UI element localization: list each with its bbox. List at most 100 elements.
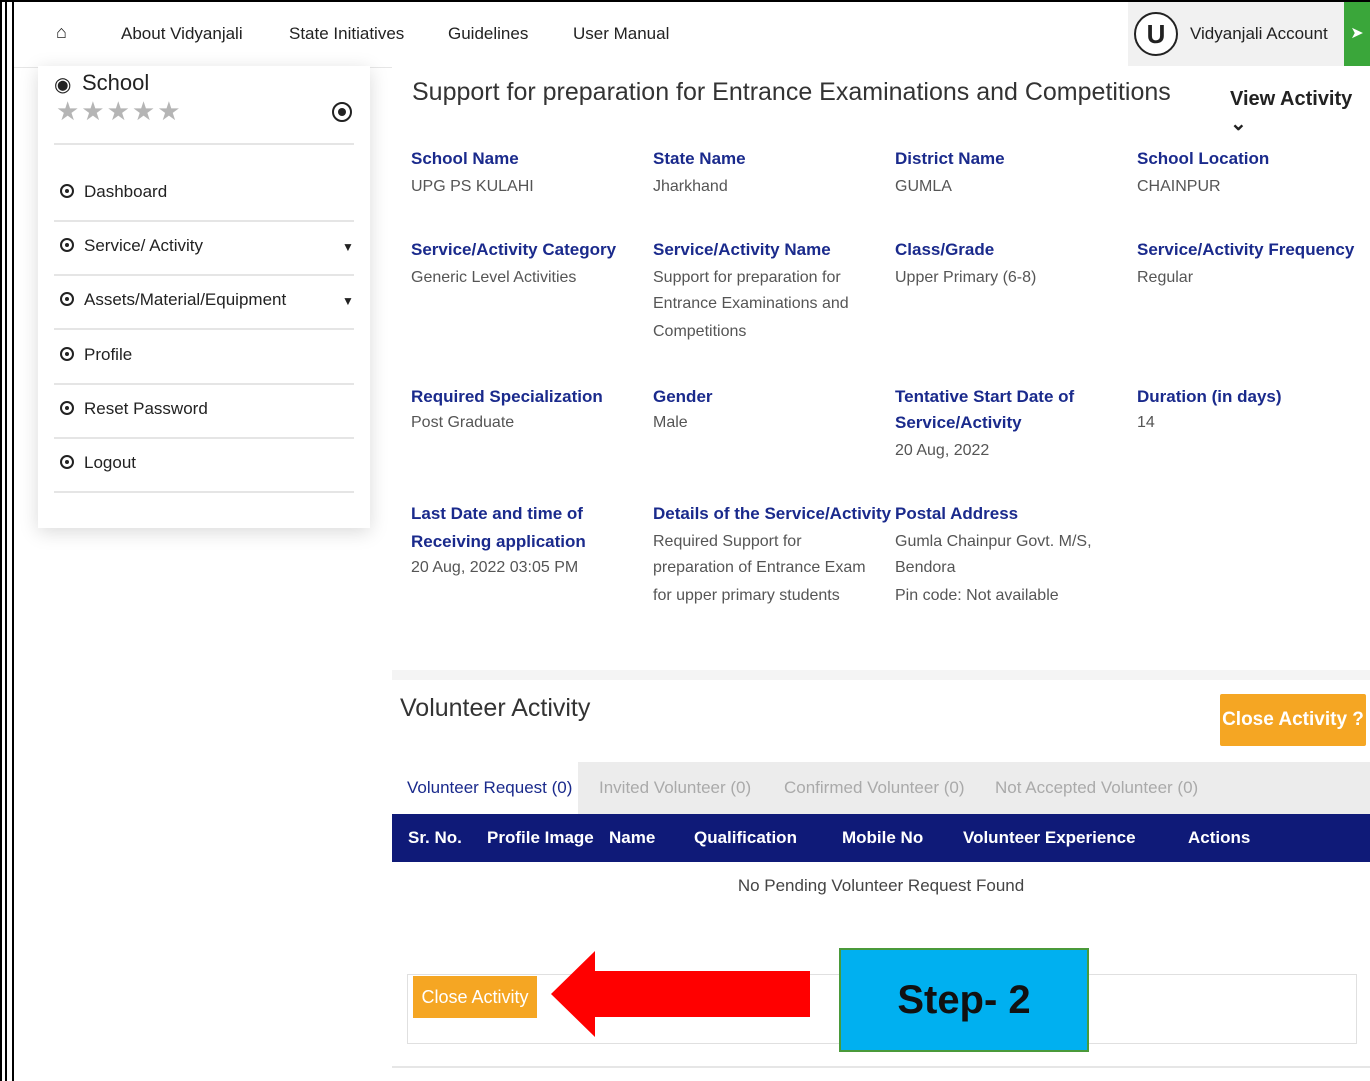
sidebar-item-label: Logout bbox=[84, 453, 136, 472]
divider bbox=[54, 220, 354, 222]
gender-label: Gender bbox=[653, 387, 713, 406]
activity-details-panel: Support for preparation for Entrance Exa… bbox=[392, 66, 1370, 670]
sidebar-item-label: Service/ Activity bbox=[84, 236, 204, 255]
empty-table-message: No Pending Volunteer Request Found bbox=[737, 876, 1025, 895]
postal-address-line: Pin code: Not available bbox=[895, 587, 1059, 604]
avatar: U bbox=[1134, 12, 1178, 56]
circle-arrow-icon bbox=[60, 292, 74, 306]
start-date-label-line: Tentative Start Date of bbox=[895, 387, 1075, 406]
frame-left-border bbox=[0, 0, 14, 1081]
home-icon[interactable]: ⌂ bbox=[56, 22, 67, 43]
frame-inner-line bbox=[5, 0, 7, 1081]
account-label: Vidyanjali Account bbox=[1190, 24, 1328, 43]
user-icon: ◉ bbox=[54, 74, 72, 96]
activity-name-value-line: Support for preparation for bbox=[653, 269, 841, 286]
view-activity-toggle[interactable]: View Activity ⌄ bbox=[1230, 88, 1370, 136]
divider bbox=[54, 274, 354, 276]
sidebar-item-logout[interactable]: Logout bbox=[60, 453, 136, 473]
duration-label: Duration (in days) bbox=[1137, 387, 1282, 406]
category-label: Service/Activity Category bbox=[411, 240, 617, 259]
activity-name-label: Service/Activity Name bbox=[653, 240, 831, 259]
nav-guidelines[interactable]: Guidelines bbox=[448, 24, 528, 44]
school-location-label: School Location bbox=[1137, 149, 1270, 168]
divider bbox=[392, 1066, 1370, 1068]
gender-value: Male bbox=[653, 414, 688, 431]
details-value-line: Required Support for bbox=[653, 533, 802, 550]
details-value-line: preparation of Entrance Exam bbox=[653, 559, 866, 576]
last-date-label-line: Receiving application bbox=[411, 532, 586, 551]
duration-value: 14 bbox=[1137, 414, 1155, 431]
last-date-label-line: Last Date and time of bbox=[411, 504, 583, 523]
sign-out-icon[interactable]: ➤ bbox=[1344, 2, 1370, 68]
caret-down-icon[interactable]: ▼ bbox=[342, 294, 354, 308]
column-header: Profile Image bbox=[487, 828, 594, 847]
table-header: Sr. No. Profile Image Name Qualification… bbox=[392, 814, 1370, 862]
circle-arrow-icon bbox=[60, 184, 74, 198]
nav-about-vidyanjali[interactable]: About Vidyanjali bbox=[121, 24, 243, 44]
sidebar-item-assets[interactable]: Assets/Material/Equipment bbox=[60, 290, 286, 310]
tab-volunteer-request[interactable]: Volunteer Request (0) bbox=[392, 762, 578, 814]
chevron-down-icon: ⌄ bbox=[1230, 113, 1247, 135]
top-navbar: ⌂ About Vidyanjali State Initiatives Gui… bbox=[14, 2, 1370, 68]
tab-confirmed-volunteer[interactable]: Confirmed Volunteer (0) bbox=[784, 762, 964, 814]
circle-arrow-icon bbox=[60, 401, 74, 415]
frequency-value: Regular bbox=[1137, 269, 1194, 286]
divider bbox=[54, 143, 354, 145]
sidebar: ◉ School ★★★★★ Dashboard Service/ Activi… bbox=[38, 66, 370, 528]
tab-not-accepted-volunteer[interactable]: Not Accepted Volunteer (0) bbox=[995, 762, 1198, 814]
eye-icon[interactable] bbox=[332, 102, 352, 122]
divider bbox=[54, 328, 354, 330]
column-header: Sr. No. bbox=[408, 828, 462, 847]
postal-address-line: Gumla Chainpur Govt. M/S, bbox=[895, 533, 1092, 550]
column-header: Name bbox=[609, 828, 656, 847]
divider bbox=[54, 491, 354, 493]
sidebar-item-reset-password[interactable]: Reset Password bbox=[60, 399, 208, 419]
sidebar-item-dashboard[interactable]: Dashboard bbox=[60, 182, 167, 202]
activity-name-value-line: Competitions bbox=[653, 323, 747, 340]
last-date-value: 20 Aug, 2022 03:05 PM bbox=[411, 559, 579, 576]
volunteer-activity-title: Volunteer Activity bbox=[400, 694, 591, 722]
divider bbox=[54, 437, 354, 439]
step-label-box: Step- 2 bbox=[839, 948, 1089, 1052]
account-menu[interactable]: U Vidyanjali Account bbox=[1128, 2, 1344, 68]
sidebar-item-label: Assets/Material/Equipment bbox=[84, 290, 287, 309]
sidebar-item-profile[interactable]: Profile bbox=[60, 345, 132, 365]
sidebar-title: School bbox=[82, 70, 150, 95]
frequency-label: Service/Activity Frequency bbox=[1137, 240, 1355, 259]
column-header: Actions bbox=[1188, 828, 1251, 847]
close-activity-button[interactable]: Close Activity bbox=[413, 976, 537, 1018]
activity-name-value-line: Entrance Examinations and bbox=[653, 295, 849, 312]
details-label: Details of the Service/Activity bbox=[653, 504, 892, 523]
close-activity-prompt-button[interactable]: Close Activity ? bbox=[1220, 694, 1366, 746]
volunteer-tabs: Volunteer Request (0) Invited Volunteer … bbox=[392, 762, 1370, 814]
state-name-value: Jharkhand bbox=[653, 178, 728, 195]
panel-divider bbox=[392, 670, 1370, 680]
school-name-label: School Name bbox=[411, 149, 519, 168]
sidebar-item-label: Reset Password bbox=[84, 399, 208, 418]
red-arrow-icon bbox=[551, 951, 595, 1037]
divider bbox=[54, 383, 354, 385]
sidebar-item-label: Profile bbox=[84, 345, 133, 364]
nav-user-manual[interactable]: User Manual bbox=[573, 24, 669, 44]
class-grade-value: Upper Primary (6-8) bbox=[895, 269, 1037, 286]
circle-arrow-icon bbox=[60, 455, 74, 469]
column-header: Volunteer Experience bbox=[963, 828, 1136, 847]
postal-address-label: Postal Address bbox=[895, 504, 1019, 523]
tab-invited-volunteer[interactable]: Invited Volunteer (0) bbox=[599, 762, 751, 814]
circle-arrow-icon bbox=[60, 347, 74, 361]
nav-state-initiatives[interactable]: State Initiatives bbox=[289, 24, 404, 44]
page-title: Support for preparation for Entrance Exa… bbox=[412, 78, 1171, 106]
district-name-label: District Name bbox=[895, 149, 1005, 168]
district-name-value: GUMLA bbox=[895, 178, 952, 195]
caret-down-icon[interactable]: ▼ bbox=[342, 240, 354, 254]
specialization-label: Required Specialization bbox=[411, 387, 603, 406]
view-activity-label: View Activity bbox=[1230, 88, 1353, 110]
start-date-value: 20 Aug, 2022 bbox=[895, 442, 990, 459]
column-header: Qualification bbox=[694, 828, 797, 847]
school-location-value: CHAINPUR bbox=[1137, 178, 1221, 195]
school-name-value: UPG PS KULAHI bbox=[411, 178, 534, 195]
sidebar-item-label: Dashboard bbox=[84, 182, 168, 201]
sidebar-item-service-activity[interactable]: Service/ Activity bbox=[60, 236, 203, 256]
red-arrow-shaft bbox=[592, 971, 810, 1017]
circle-arrow-icon bbox=[60, 238, 74, 252]
